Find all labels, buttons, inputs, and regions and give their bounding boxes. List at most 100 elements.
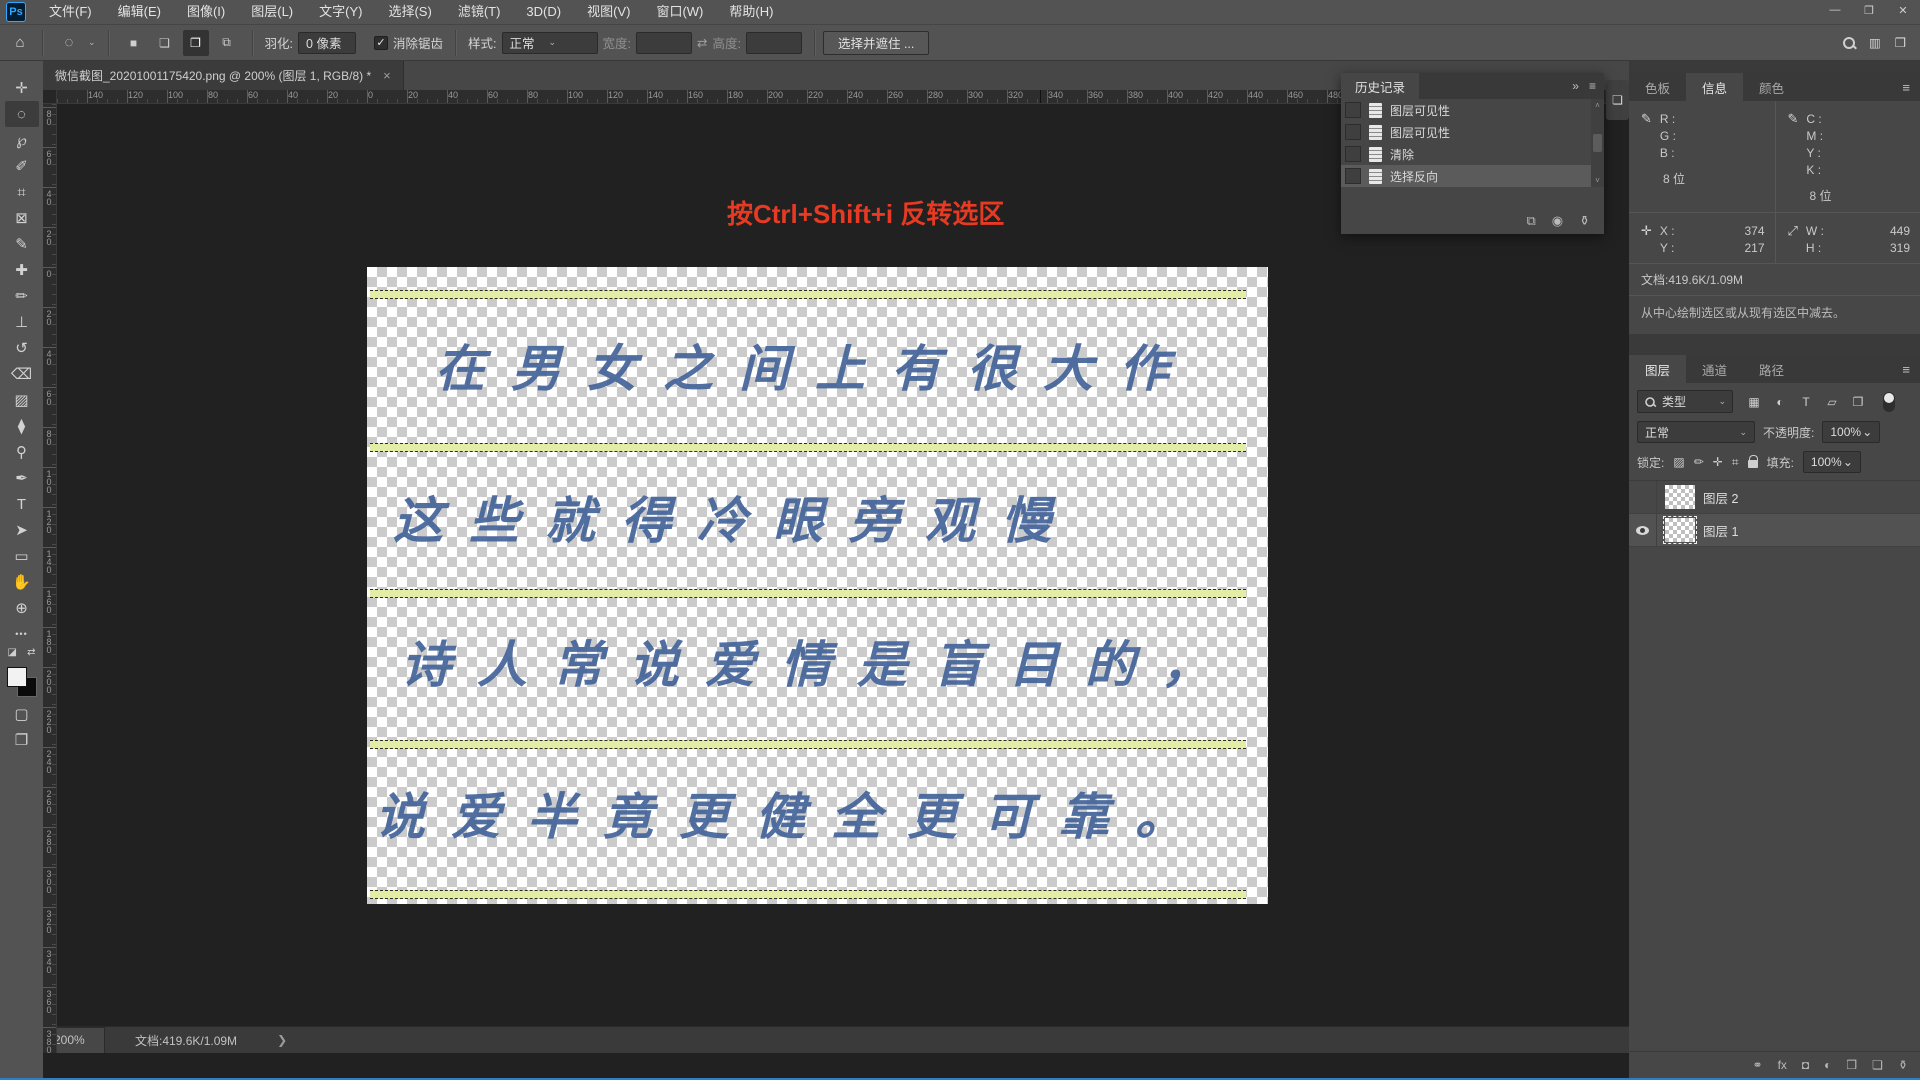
selection-mode-button[interactable]: ❐ bbox=[182, 29, 209, 56]
lock-position-icon[interactable]: ✛ bbox=[1713, 455, 1723, 469]
layout-icon[interactable]: ▥ bbox=[1869, 35, 1881, 50]
scroll-down-icon[interactable]: ˅ bbox=[1595, 176, 1600, 185]
menu-item[interactable]: 选择(S) bbox=[375, 0, 444, 24]
link-layers-icon[interactable]: ⚭ bbox=[1753, 1058, 1763, 1072]
layer-row[interactable]: 图层 2 bbox=[1629, 480, 1920, 514]
tool-button[interactable]: ◌ bbox=[4, 101, 39, 127]
layer-visibility-toggle[interactable] bbox=[1629, 513, 1657, 547]
selection-mode-button[interactable]: ❏ bbox=[152, 30, 178, 56]
layer-filter-select[interactable]: 类型 ⌄ bbox=[1637, 390, 1733, 413]
panel-tab[interactable]: 通道 bbox=[1686, 355, 1743, 383]
menu-item[interactable]: 文件(F) bbox=[36, 0, 105, 24]
panel-tab[interactable]: 图层 bbox=[1629, 355, 1687, 383]
panel-tab[interactable]: 颜色 bbox=[1743, 73, 1800, 101]
scrollbar-thumb[interactable] bbox=[1593, 134, 1602, 152]
tool-button[interactable]: T bbox=[5, 491, 39, 517]
history-state-row[interactable]: 选择反向 bbox=[1341, 165, 1604, 187]
layer-thumbnail[interactable] bbox=[1663, 516, 1697, 544]
layer-thumbnail[interactable] bbox=[1665, 485, 1695, 509]
history-source-checkbox[interactable] bbox=[1345, 102, 1361, 118]
tool-button[interactable]: ⚲ bbox=[5, 439, 39, 465]
history-source-checkbox[interactable] bbox=[1345, 168, 1361, 184]
scroll-up-icon[interactable]: ˄ bbox=[1595, 101, 1600, 110]
selection-mode-button[interactable]: ⧉ bbox=[214, 30, 240, 56]
menu-item[interactable]: 帮助(H) bbox=[716, 0, 786, 24]
tool-button[interactable]: ⊠ bbox=[5, 205, 39, 231]
menu-item[interactable]: 滤镜(T) bbox=[445, 0, 514, 24]
menu-item[interactable]: 图像(I) bbox=[174, 0, 238, 24]
panel-tab[interactable]: 色板 bbox=[1629, 73, 1686, 101]
menu-item[interactable]: 3D(D) bbox=[513, 0, 574, 24]
panel-tab[interactable]: 路径 bbox=[1743, 355, 1800, 383]
history-state-row[interactable]: 图层可见性 bbox=[1341, 99, 1604, 121]
home-icon[interactable]: ⌂ bbox=[6, 34, 34, 51]
filter-adjustment-layers-icon[interactable]: ◐ bbox=[1769, 391, 1791, 413]
history-tab[interactable]: 历史记录 bbox=[1341, 73, 1420, 99]
maximize-icon[interactable]: ❐ bbox=[1852, 0, 1886, 20]
vertical-ruler[interactable]: 80 60 40 20 0 20 40 60 80 100 120 140 160 180 200 220 24… bbox=[43, 104, 57, 1053]
layer-effects-icon[interactable]: fx bbox=[1778, 1058, 1787, 1072]
delete-layer-icon[interactable]: ⚱ bbox=[1898, 1058, 1908, 1072]
add-layer-mask-icon[interactable]: ◘ bbox=[1802, 1058, 1809, 1072]
close-icon[interactable]: ✕ bbox=[1886, 0, 1920, 20]
tool-button[interactable]: ⧫ bbox=[5, 413, 39, 439]
layer-visibility-toggle[interactable] bbox=[1629, 480, 1657, 514]
tool-button[interactable]: ▨ bbox=[5, 387, 39, 413]
screen-mode-icon[interactable]: ❐ bbox=[5, 727, 39, 753]
tool-button[interactable]: ℘ bbox=[5, 127, 39, 153]
width-input[interactable] bbox=[636, 31, 693, 54]
document-tab[interactable]: 微信截图_20201001175420.png @ 200% (图层 1, RG… bbox=[43, 61, 404, 90]
lock-pixels-icon[interactable]: ✏ bbox=[1694, 455, 1704, 469]
tool-button[interactable]: ⌗ bbox=[5, 179, 39, 205]
status-chevron-icon[interactable]: ❯ bbox=[277, 1033, 287, 1047]
tool-button[interactable]: ✋ bbox=[5, 569, 39, 595]
lock-transparency-icon[interactable]: ▨ bbox=[1673, 455, 1684, 469]
tool-button[interactable]: ↺ bbox=[5, 335, 39, 361]
menu-item[interactable]: 窗口(W) bbox=[643, 0, 716, 24]
menu-item[interactable]: 编辑(E) bbox=[105, 0, 174, 24]
delete-state-icon[interactable]: ⚱ bbox=[1579, 213, 1590, 229]
tool-button[interactable]: ➤ bbox=[5, 517, 39, 543]
tool-button[interactable]: ⌫ bbox=[5, 361, 39, 387]
menu-item[interactable]: 文字(Y) bbox=[306, 0, 375, 24]
new-layer-icon[interactable]: ❏ bbox=[1872, 1058, 1883, 1072]
filter-pixel-layers-icon[interactable]: ▦ bbox=[1743, 391, 1765, 413]
blend-mode-select[interactable]: 正常 ⌄ bbox=[1637, 421, 1755, 443]
filter-shape-layers-icon[interactable]: ▱ bbox=[1821, 391, 1843, 413]
tool-button[interactable]: ✒ bbox=[5, 465, 39, 491]
filter-type-layers-icon[interactable]: T bbox=[1795, 391, 1817, 413]
swap-dimensions-icon[interactable]: ⇄ bbox=[697, 35, 707, 50]
tool-button[interactable]: ⊕ bbox=[5, 595, 39, 621]
tool-button[interactable]: ✎ bbox=[5, 231, 39, 257]
history-scrollbar[interactable]: ˄ ˅ bbox=[1591, 99, 1604, 187]
antialias-checkbox[interactable]: ✓ bbox=[374, 35, 389, 50]
panel-menu-icon[interactable]: ≡ bbox=[1902, 362, 1920, 377]
layer-row[interactable]: 图层 1 bbox=[1629, 513, 1920, 547]
style-select[interactable]: 正常 ⌄ bbox=[501, 31, 598, 54]
history-state-row[interactable]: 图层可见性 bbox=[1341, 121, 1604, 143]
new-snapshot-icon[interactable]: ◉ bbox=[1552, 213, 1563, 229]
edit-toolbar-icon[interactable]: ••• bbox=[5, 621, 39, 647]
opacity-input[interactable]: 100% ⌄ bbox=[1822, 421, 1881, 443]
tool-button[interactable]: ✏ bbox=[5, 283, 39, 309]
history-state-row[interactable]: 清除 bbox=[1341, 143, 1604, 165]
panel-tab[interactable]: 信息 bbox=[1686, 73, 1744, 101]
collapsed-panel-dock[interactable]: ❏ bbox=[1606, 80, 1629, 120]
adjustment-layer-icon[interactable]: ◐ bbox=[1824, 1058, 1831, 1072]
tool-button[interactable]: ⊥ bbox=[5, 309, 39, 335]
lock-all-icon[interactable] bbox=[1747, 455, 1759, 468]
tool-button[interactable]: ✚ bbox=[5, 257, 39, 283]
minimize-icon[interactable]: — bbox=[1818, 0, 1852, 20]
new-group-icon[interactable]: ❒ bbox=[1846, 1058, 1857, 1072]
filter-smart-objects-icon[interactable]: ❐ bbox=[1847, 391, 1869, 413]
new-document-from-state-icon[interactable]: ⧉ bbox=[1526, 213, 1535, 229]
lock-artboard-icon[interactable]: ⌗ bbox=[1732, 455, 1739, 470]
filter-toggle[interactable] bbox=[1883, 391, 1895, 412]
height-input[interactable] bbox=[745, 31, 802, 54]
feather-input[interactable]: 0 像素 bbox=[298, 31, 357, 54]
collapse-panel-icon[interactable]: » bbox=[1572, 79, 1579, 93]
selection-mode-button[interactable]: ■ bbox=[121, 30, 147, 56]
tool-button[interactable]: ✛ bbox=[5, 75, 39, 101]
tool-button[interactable]: ▭ bbox=[5, 543, 39, 569]
select-and-mask-button[interactable]: 选择并遮住 ... bbox=[822, 30, 930, 55]
